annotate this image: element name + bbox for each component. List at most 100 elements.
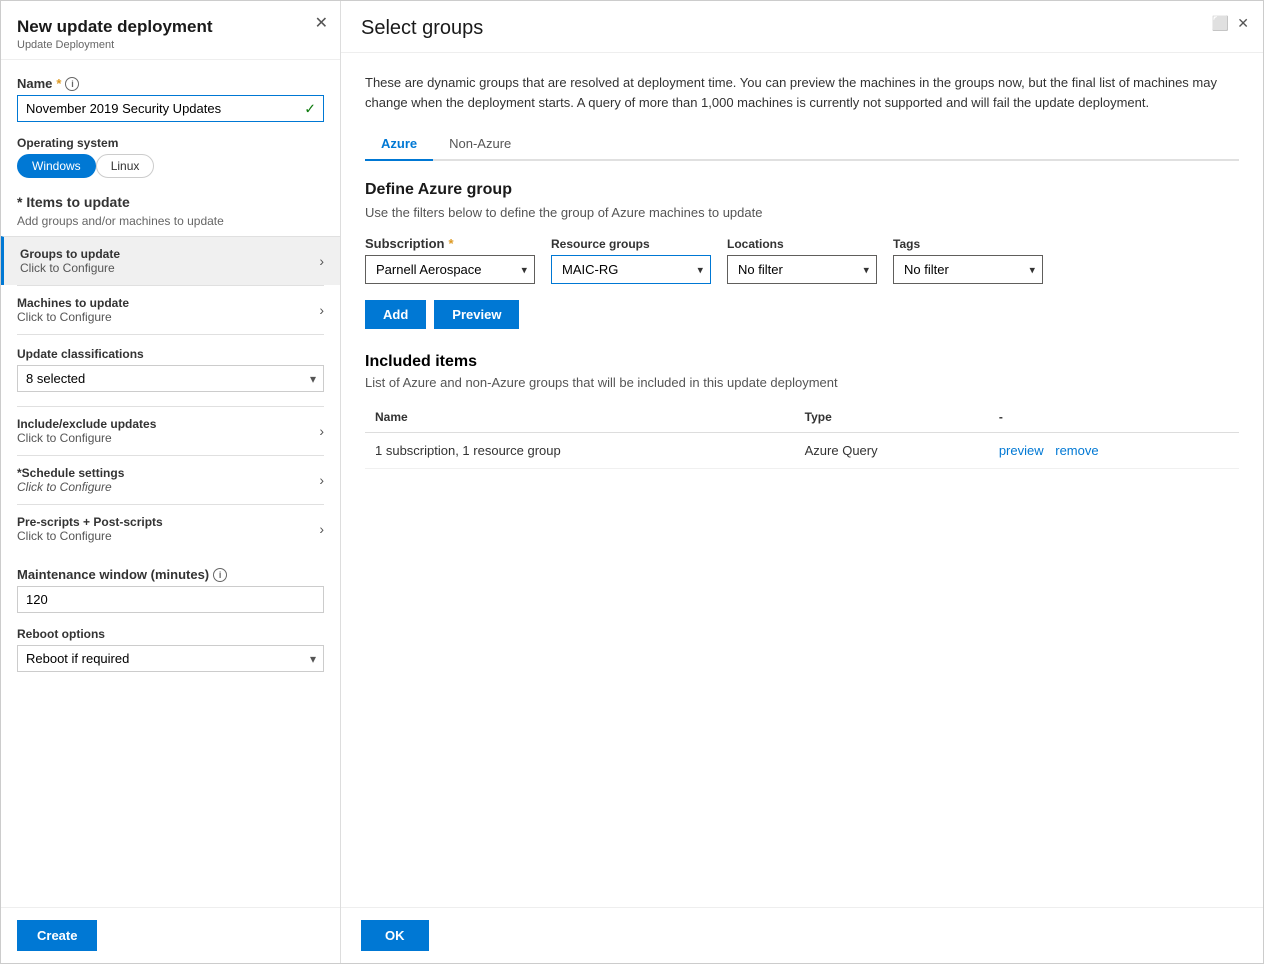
left-footer: Create: [1, 907, 340, 963]
row-actions: preview remove: [989, 433, 1239, 469]
pre-post-label: Pre-scripts + Post-scripts: [17, 515, 163, 529]
groups-to-update-item[interactable]: Groups to update Click to Configure ›: [1, 236, 340, 285]
define-group-title: Define Azure group: [365, 181, 1239, 199]
included-title: Included items: [365, 353, 1239, 371]
maintenance-info-icon[interactable]: i: [213, 568, 227, 582]
name-input[interactable]: [17, 95, 324, 122]
os-windows-button[interactable]: Windows: [17, 154, 96, 178]
tags-filter-group: Tags No filter ▾: [893, 237, 1043, 284]
tab-azure[interactable]: Azure: [365, 128, 433, 161]
schedule-chevron-icon: ›: [319, 472, 324, 488]
include-exclude-item[interactable]: Include/exclude updates Click to Configu…: [17, 406, 324, 455]
groups-chevron-icon: ›: [319, 253, 324, 269]
schedule-settings-label: *Schedule settings: [17, 466, 124, 480]
update-class-label: Update classifications: [17, 347, 324, 361]
update-class-select[interactable]: 8 selected: [17, 365, 324, 392]
table-body: 1 subscription, 1 resource group Azure Q…: [365, 433, 1239, 469]
included-section: Included items List of Azure and non-Azu…: [365, 353, 1239, 469]
machines-to-update-left: Machines to update Click to Configure: [17, 296, 129, 324]
remove-link-button[interactable]: remove: [1055, 443, 1098, 458]
preview-link-button[interactable]: preview: [999, 443, 1044, 458]
left-close-button[interactable]: ✕: [315, 13, 328, 33]
reboot-select[interactable]: Reboot if required Never reboot Always r…: [17, 645, 324, 672]
reboot-select-wrapper: Reboot if required Never reboot Always r…: [17, 645, 324, 672]
pre-post-left: Pre-scripts + Post-scripts Click to Conf…: [17, 515, 163, 543]
panel-title: New update deployment: [17, 17, 324, 37]
ok-button[interactable]: OK: [361, 920, 429, 951]
right-header: Select groups ⬜ ✕: [341, 1, 1263, 53]
machines-chevron-icon: ›: [319, 302, 324, 318]
os-field-group: Operating system Windows Linux: [17, 136, 324, 178]
pre-post-sub: Click to Configure: [17, 529, 163, 543]
maintenance-label: Maintenance window (minutes) i: [17, 567, 324, 582]
os-label: Operating system: [17, 136, 324, 150]
tabs: Azure Non-Azure: [365, 128, 1239, 161]
filter-row: Subscription * Parnell Aerospace ▾ Resou…: [365, 236, 1239, 284]
row-type: Azure Query: [795, 433, 989, 469]
right-close-button[interactable]: ✕: [1237, 15, 1249, 32]
subscription-filter-group: Subscription * Parnell Aerospace ▾: [365, 236, 535, 284]
include-exclude-left: Include/exclude updates Click to Configu…: [17, 417, 156, 445]
maximize-button[interactable]: ⬜: [1212, 15, 1229, 32]
tab-non-azure[interactable]: Non-Azure: [433, 128, 527, 161]
schedule-settings-left: *Schedule settings Click to Configure: [17, 466, 124, 494]
tags-select[interactable]: No filter: [893, 255, 1043, 284]
groups-to-update-left: Groups to update Click to Configure: [20, 247, 120, 275]
add-button[interactable]: Add: [365, 300, 426, 329]
tags-filter-label: Tags: [893, 237, 1043, 251]
panel-subtitle: Update Deployment: [17, 39, 324, 51]
resource-group-select-wrapper: MAIC-RG ▾: [551, 255, 711, 284]
reboot-group: Reboot options Reboot if required Never …: [17, 627, 324, 672]
row-name: 1 subscription, 1 resource group: [365, 433, 795, 469]
preview-button[interactable]: Preview: [434, 300, 519, 329]
subscription-select[interactable]: Parnell Aerospace: [365, 255, 535, 284]
name-info-icon[interactable]: i: [65, 77, 79, 91]
col-type-header: Type: [795, 402, 989, 433]
name-label: Name * i: [17, 76, 324, 91]
tags-select-wrapper: No filter ▾: [893, 255, 1043, 284]
col-dash-header: -: [989, 402, 1239, 433]
create-button[interactable]: Create: [17, 920, 97, 951]
name-field-group: Name * i ✓: [17, 76, 324, 122]
col-name-header: Name: [365, 402, 795, 433]
resource-group-select[interactable]: MAIC-RG: [551, 255, 711, 284]
name-check-icon: ✓: [304, 100, 316, 117]
included-desc: List of Azure and non-Azure groups that …: [365, 375, 1239, 390]
os-toggle: Windows Linux: [17, 154, 324, 178]
groups-to-update-label: Groups to update: [20, 247, 120, 261]
resource-group-filter-group: Resource groups MAIC-RG ▾: [551, 237, 711, 284]
included-table: Name Type - 1 subscription, 1 resource g…: [365, 402, 1239, 469]
define-group-desc: Use the filters below to define the grou…: [365, 205, 1239, 220]
schedule-settings-sub: Click to Configure: [17, 480, 124, 494]
window-controls: ⬜ ✕: [1212, 15, 1249, 32]
info-text: These are dynamic groups that are resolv…: [365, 73, 1239, 112]
pre-post-chevron-icon: ›: [319, 521, 324, 537]
left-panel: New update deployment Update Deployment …: [1, 1, 341, 963]
update-class-select-wrapper: 8 selected ▾: [17, 365, 324, 392]
right-panel-title: Select groups: [361, 17, 1243, 40]
action-row: Add Preview: [365, 300, 1239, 329]
items-section-title: * Items to update: [17, 194, 324, 210]
resource-group-filter-label: Resource groups: [551, 237, 711, 251]
subscription-required-star: *: [448, 236, 453, 251]
name-required-star: *: [56, 76, 61, 91]
right-panel: Select groups ⬜ ✕ These are dynamic grou…: [341, 1, 1263, 963]
location-select[interactable]: No filter: [727, 255, 877, 284]
pre-post-scripts-item[interactable]: Pre-scripts + Post-scripts Click to Conf…: [17, 504, 324, 553]
right-footer: OK: [341, 907, 1263, 963]
update-class-group: Update classifications 8 selected ▾: [17, 347, 324, 392]
schedule-settings-item[interactable]: *Schedule settings Click to Configure ›: [17, 455, 324, 504]
table-header: Name Type -: [365, 402, 1239, 433]
location-select-wrapper: No filter ▾: [727, 255, 877, 284]
subscription-select-wrapper: Parnell Aerospace ▾: [365, 255, 535, 284]
maintenance-input[interactable]: [17, 586, 324, 613]
os-linux-button[interactable]: Linux: [96, 154, 155, 178]
subscription-filter-label: Subscription *: [365, 236, 535, 251]
location-filter-label: Locations: [727, 237, 877, 251]
reboot-label: Reboot options: [17, 627, 324, 641]
machines-to-update-item[interactable]: Machines to update Click to Configure ›: [17, 285, 324, 335]
table-row: 1 subscription, 1 resource group Azure Q…: [365, 433, 1239, 469]
machines-to-update-label: Machines to update: [17, 296, 129, 310]
include-exclude-label: Include/exclude updates: [17, 417, 156, 431]
left-header: New update deployment Update Deployment …: [1, 1, 340, 60]
